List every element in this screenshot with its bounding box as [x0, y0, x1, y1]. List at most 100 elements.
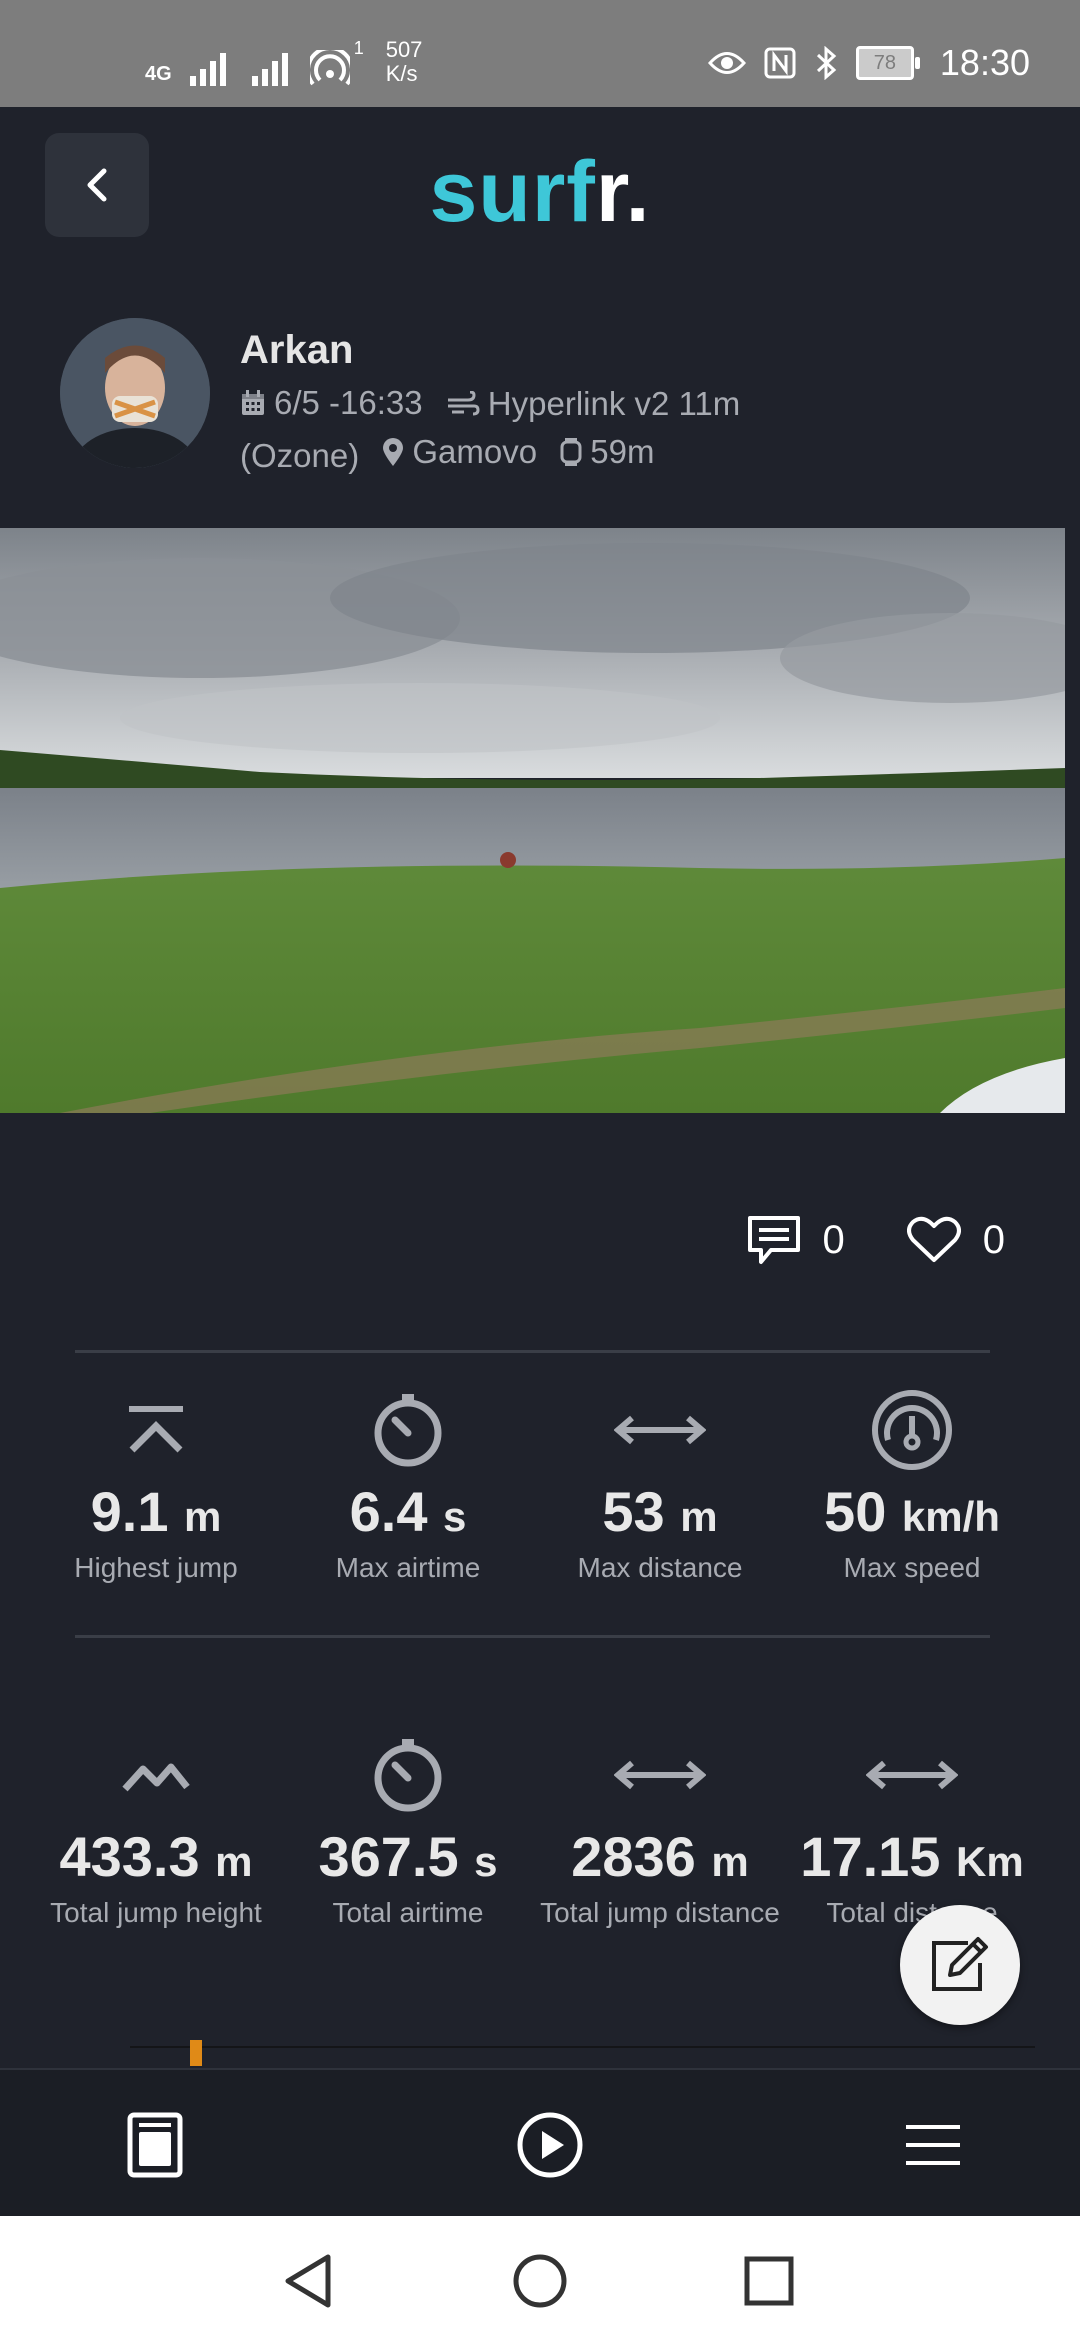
- eye-icon: [707, 52, 746, 74]
- triangle-back-icon: [285, 2254, 331, 2308]
- session-duration: 59m: [590, 433, 655, 470]
- stat-unit: m: [711, 1838, 749, 1885]
- location-item: Gamovo: [382, 429, 537, 475]
- stat-total-jump-height: 433.3 m Total jump height: [30, 1730, 282, 1929]
- system-home-button[interactable]: [505, 2246, 575, 2316]
- heart-icon: [906, 1216, 961, 1262]
- nav-menu[interactable]: [893, 2110, 973, 2180]
- stat-label: Max speed: [843, 1552, 981, 1583]
- square-recents-icon: [744, 2256, 794, 2306]
- device-icon: [127, 2112, 183, 2178]
- stat-unit: m: [680, 1493, 718, 1540]
- signal-icon-2: [251, 53, 288, 86]
- kite-model: Hyperlink v2 11m: [487, 385, 741, 422]
- brand-item: (Ozone): [240, 433, 359, 479]
- jumps-peaks-icon: [122, 1763, 190, 1792]
- stat-value: 17.15: [800, 1825, 941, 1888]
- kite-item: Hyperlink v2 11m: [446, 381, 740, 427]
- play-circle-icon: [517, 2112, 583, 2178]
- app-logo: surfr.: [0, 143, 1080, 242]
- stat-label: Total jump distance: [540, 1897, 780, 1928]
- stat-label: Max airtime: [335, 1552, 481, 1583]
- comment-count: 0: [822, 1217, 845, 1262]
- kite-brand: (Ozone): [240, 437, 360, 474]
- stat-label: Total airtime: [332, 1897, 484, 1928]
- system-recents-button[interactable]: [734, 2246, 804, 2316]
- stats-total-row: 433.3 m Total jump height 367.5 s Total …: [30, 1730, 1040, 1929]
- stat-total-distance: 17.15 Km Total distance: [786, 1730, 1038, 1929]
- session-header: Arkan 6/5 -16:33 Hyperlink v2 11m (Ozone…: [60, 318, 1020, 474]
- stat-unit: s: [474, 1838, 498, 1885]
- like-count: 0: [982, 1217, 1005, 1262]
- net-speed-unit: K/s: [385, 61, 418, 86]
- nav-play[interactable]: [510, 2110, 590, 2180]
- hotspot-icon: [309, 50, 350, 86]
- like-button[interactable]: 0: [906, 1216, 1005, 1264]
- stat-highest-jump: 9.1 m Highest jump: [30, 1385, 282, 1584]
- stopwatch-icon: [374, 1739, 442, 1812]
- edit-icon: [932, 1937, 988, 1991]
- stat-value: 53: [602, 1480, 665, 1543]
- timeline-marker[interactable]: [190, 2040, 202, 2066]
- stat-total-airtime: 367.5 s Total airtime: [282, 1730, 534, 1929]
- stat-unit: km/h: [901, 1493, 1000, 1540]
- stat-unit: s: [443, 1493, 467, 1540]
- distance-arrows-icon: [866, 1760, 958, 1790]
- session-meta: 6/5 -16:33 Hyperlink v2 11m (Ozone) Gamo…: [240, 380, 754, 479]
- session-photo[interactable]: [0, 528, 1065, 1113]
- comment-icon: [747, 1216, 800, 1264]
- system-back-button[interactable]: [273, 2246, 343, 2316]
- avatar[interactable]: [60, 318, 210, 468]
- calendar-icon: [242, 390, 264, 415]
- bottom-navigation: [0, 2068, 1080, 2218]
- social-actions: 0 0: [747, 1215, 1005, 1265]
- battery-level: 78: [873, 51, 897, 74]
- comments-button[interactable]: 0: [747, 1215, 845, 1265]
- battery-icon: 78: [855, 46, 920, 80]
- hamburger-menu-icon: [906, 2125, 960, 2165]
- stopwatch-icon: [374, 1394, 442, 1467]
- divider: [75, 1635, 990, 1638]
- app-header: surfr.: [0, 107, 1080, 267]
- wind-icon: [447, 391, 480, 416]
- system-navigation: [0, 2216, 1080, 2340]
- stat-max-airtime: 6.4 s Max airtime: [282, 1385, 534, 1584]
- duration-item: 59m: [560, 429, 654, 475]
- stat-unit: m: [215, 1838, 253, 1885]
- timeline-track[interactable]: [130, 2040, 1035, 2066]
- circle-home-icon: [513, 2254, 567, 2308]
- distance-arrows-icon: [614, 1415, 706, 1445]
- edit-button[interactable]: [900, 1905, 1020, 2025]
- stat-max-speed: 50 km/h Max speed: [786, 1385, 1038, 1584]
- logo-accent: r.: [595, 144, 651, 240]
- net-speed-value: 507: [385, 37, 423, 62]
- stat-label: Highest jump: [74, 1552, 238, 1583]
- stat-value: 433.3: [59, 1825, 200, 1888]
- bluetooth-icon: [816, 46, 837, 80]
- session-location: Gamovo: [412, 433, 538, 470]
- stat-max-distance: 53 m Max distance: [534, 1385, 786, 1584]
- network-type: 4G: [145, 63, 172, 85]
- stats-max-row: 9.1 m Highest jump 6.4 s Max airtime 53 …: [30, 1385, 1040, 1584]
- date-item: 6/5 -16:33: [240, 380, 423, 426]
- logo-main: surf: [429, 144, 596, 240]
- stat-total-jump-distance: 2836 m Total jump distance: [534, 1730, 786, 1929]
- stat-unit: m: [184, 1493, 222, 1540]
- nav-sessions[interactable]: [115, 2110, 195, 2180]
- stat-value: 9.1: [90, 1480, 169, 1543]
- divider: [75, 1350, 990, 1353]
- stat-value: 367.5: [318, 1825, 459, 1888]
- speedometer-icon: [872, 1390, 952, 1470]
- nfc-icon: [764, 47, 796, 79]
- jump-height-icon: [129, 1406, 183, 1453]
- user-name: Arkan: [240, 328, 354, 372]
- watch-icon: [560, 438, 582, 466]
- net-speed: 507 K/s: [386, 38, 423, 86]
- status-bar: 4G 1 507 K/s 78 18:30: [0, 0, 1080, 107]
- distance-arrows-icon: [614, 1760, 706, 1790]
- stat-unit: Km: [956, 1838, 1024, 1885]
- location-pin-icon: [383, 438, 404, 466]
- session-date: 6/5 -16:33: [274, 384, 423, 421]
- stat-value: 2836: [571, 1825, 696, 1888]
- stat-value: 6.4: [349, 1480, 428, 1543]
